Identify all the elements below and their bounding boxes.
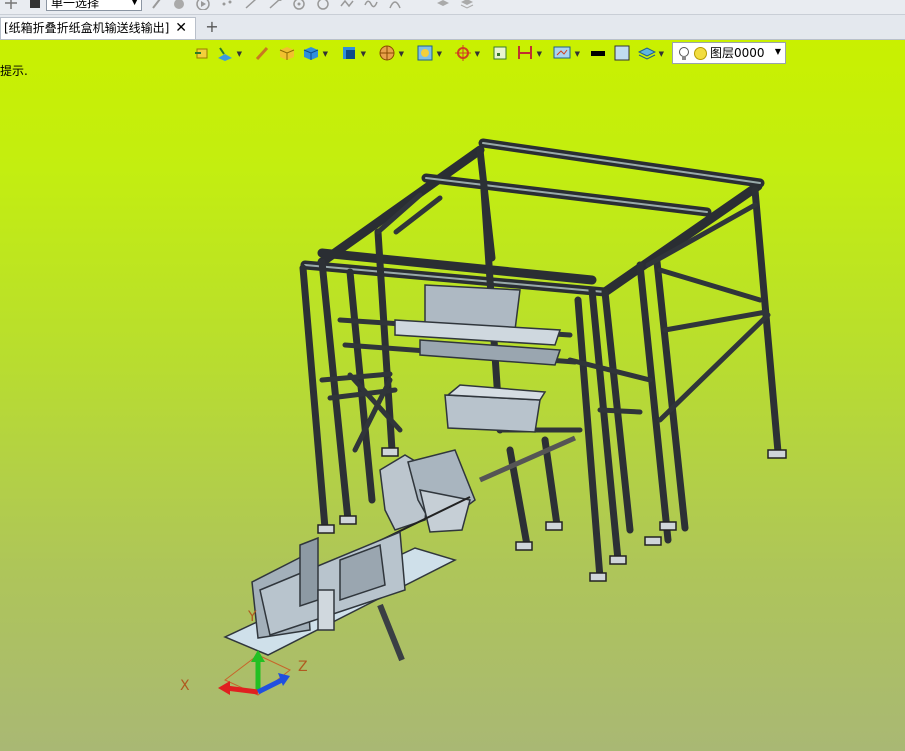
spline-points-icon[interactable] [340, 0, 354, 10]
points-icon[interactable] [220, 0, 234, 10]
axis-x-label: X [180, 678, 190, 694]
main-toolbar: 单一选择 ▼ [0, 0, 905, 15]
stack-icon[interactable] [460, 0, 474, 10]
document-tab[interactable]: [纸箱折叠折纸盒机输送线输出] ✕ [0, 17, 196, 39]
document-tab-title: [纸箱折叠折纸盒机输送线输出] [4, 21, 170, 35]
close-icon[interactable]: ✕ [175, 18, 187, 38]
new-tab-button[interactable]: + [204, 18, 220, 36]
axis-y-label: Y [247, 609, 257, 625]
center-icon[interactable] [292, 0, 306, 10]
crosshair-icon[interactable] [4, 0, 18, 10]
circle-icon[interactable] [316, 0, 330, 10]
line-icon[interactable] [244, 0, 258, 10]
selection-mode-dropdown[interactable]: 单一选择 ▼ [46, 0, 142, 11]
filter-icon[interactable] [28, 0, 42, 10]
selection-mode-value: 单一选择 [51, 0, 100, 10]
document-tab-bar: [纸箱折叠折纸盒机输送线输出] ✕ + [0, 15, 905, 40]
3d-viewport[interactable]: 提示. ▼ ▼ ▼ ▼ ▼ ▼ ▼ ▼ ▼ 图层0000 ▼ X Y Z [0, 40, 905, 751]
axis-z-label: Z [298, 659, 308, 675]
play-icon[interactable] [196, 0, 210, 11]
arc-icon[interactable] [388, 0, 402, 10]
cad-model[interactable]: X Y Z [0, 40, 905, 751]
curve-icon[interactable] [364, 0, 378, 10]
pick-icon[interactable] [150, 0, 164, 10]
pick-multi-icon[interactable] [172, 0, 186, 10]
layers-icon[interactable] [436, 0, 450, 10]
conveyor-bench [223, 530, 458, 662]
line-point-icon[interactable] [268, 0, 282, 10]
chevron-down-icon: ▼ [131, 0, 138, 7]
